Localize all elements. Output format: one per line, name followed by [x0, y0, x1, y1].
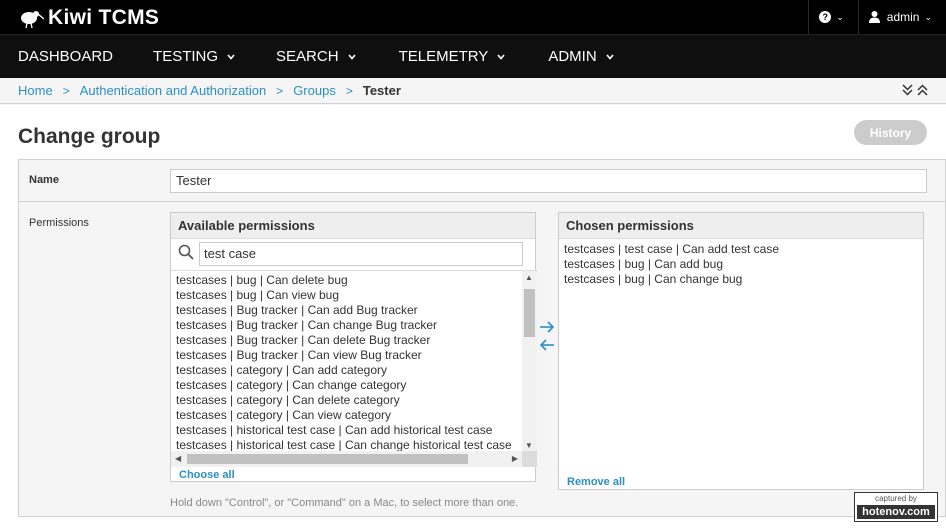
watermark-caption: captured by [875, 494, 917, 503]
breadcrumb-auth[interactable]: Authentication and Authorization [80, 83, 266, 98]
chevron-down-icon: ⌄ [924, 11, 932, 22]
nav-search[interactable]: SEARCH [266, 48, 387, 65]
nav-admin[interactable]: ADMIN [536, 48, 614, 65]
kiwi-bird-icon [21, 11, 44, 28]
chevron-down-icon: ⌄ [836, 11, 844, 22]
chevron-down-icon [497, 53, 505, 60]
list-item[interactable]: testcases | category | Can view category [171, 408, 537, 423]
user-menu[interactable]: admin ⌄ [857, 0, 946, 34]
vertical-scrollbar[interactable]: ▲ ▼ [522, 271, 537, 452]
watermark-site: hotenov.com [857, 505, 935, 519]
scroll-left-icon[interactable]: ◀ [175, 454, 181, 463]
breadcrumb: Home > Authentication and Authorization … [0, 78, 946, 104]
permissions-label: Permissions [29, 217, 89, 229]
filter-row: test case [171, 239, 535, 269]
scroll-right-icon[interactable]: ▶ [512, 454, 518, 463]
scrollbar-thumb[interactable] [524, 289, 535, 337]
nav-label: SEARCH [276, 48, 339, 65]
nav-label: TESTING [153, 48, 219, 65]
logo-text: Kiwi TCMS [48, 6, 160, 29]
available-permissions-title: Available permissions [171, 213, 535, 239]
list-item[interactable]: testcases | Bug tracker | Can view Bug t… [171, 348, 537, 363]
help-text: Hold down "Control", or "Command" on a M… [170, 497, 519, 509]
logo[interactable]: Kiwi TCMS [18, 6, 159, 30]
list-item[interactable]: testcases | bug | Can add bug [559, 257, 923, 272]
user-icon [868, 11, 880, 23]
breadcrumb-current: Tester [362, 83, 401, 98]
nav-telemetry[interactable]: TELEMETRY [387, 48, 537, 65]
move-left-icon[interactable] [539, 338, 555, 352]
collapse-all-icon[interactable] [902, 83, 913, 97]
expand-all-icon[interactable] [917, 83, 928, 97]
list-item[interactable]: testcases | category | Can change catego… [171, 378, 537, 393]
chosen-permissions-list[interactable]: testcases | test case | Can add test cas… [559, 239, 923, 287]
history-button[interactable]: History [854, 120, 927, 145]
group-form: Name Tester Permissions Available permis… [18, 159, 946, 517]
chevron-down-icon [347, 53, 356, 60]
help-menu[interactable]: ? ⌄ [808, 0, 858, 34]
move-right-icon[interactable] [539, 320, 555, 334]
name-row: Name Tester [19, 160, 945, 202]
horizontal-scrollbar[interactable]: ◀ ▶ [171, 451, 522, 467]
scroll-down-icon[interactable]: ▼ [525, 441, 533, 450]
name-input[interactable]: Tester [170, 169, 927, 193]
breadcrumb-separator-icon: > [276, 83, 284, 98]
nav-label: ADMIN [548, 48, 597, 65]
list-item[interactable]: testcases | category | Can add category [171, 363, 537, 378]
list-item[interactable]: testcases | Bug tracker | Can add Bug tr… [171, 303, 537, 318]
choose-all-link[interactable]: Choose all [179, 469, 235, 481]
scroll-up-icon[interactable]: ▲ [525, 273, 533, 282]
list-item[interactable]: testcases | bug | Can delete bug [171, 273, 537, 288]
breadcrumb-separator-icon: > [62, 83, 70, 98]
main-content: Change group History Name Tester Permiss… [0, 105, 946, 532]
chosen-permissions-title: Chosen permissions [559, 213, 923, 239]
search-icon [178, 244, 194, 260]
list-item[interactable]: testcases | Bug tracker | Can change Bug… [171, 318, 537, 333]
scrollbar-corner [522, 451, 537, 467]
nav-testing[interactable]: TESTING [143, 48, 266, 65]
available-permissions-list[interactable]: testcases | bug | Can delete bug testcas… [171, 270, 537, 467]
main-nav: DASHBOARD TESTING SEARCH TELEMETRY ADMIN [0, 34, 946, 78]
top-bar: Kiwi TCMS ? ⌄ admin ⌄ [0, 0, 946, 34]
breadcrumb-home[interactable]: Home [18, 83, 53, 98]
nav-dashboard[interactable]: DASHBOARD [0, 48, 143, 65]
breadcrumb-groups[interactable]: Groups [293, 83, 336, 98]
list-item[interactable]: testcases | bug | Can view bug [171, 288, 537, 303]
watermark: captured by hotenov.com [854, 492, 938, 522]
chevron-down-icon [227, 53, 235, 60]
scrollbar-thumb[interactable] [187, 454, 468, 464]
list-item[interactable]: testcases | historical test case | Can a… [171, 423, 537, 438]
breadcrumb-separator-icon: > [345, 83, 353, 98]
page-title: Change group [18, 125, 161, 148]
list-item[interactable]: testcases | bug | Can change bug [559, 272, 923, 287]
nav-label: DASHBOARD [18, 48, 114, 65]
list-item[interactable]: testcases | category | Can delete catego… [171, 393, 537, 408]
permission-filter-input[interactable]: test case [199, 242, 523, 266]
nav-label: TELEMETRY [398, 48, 489, 65]
name-label: Name [29, 174, 59, 186]
remove-all-link[interactable]: Remove all [567, 476, 625, 488]
available-permissions-box: Available permissions test case testcase… [170, 212, 537, 482]
list-item[interactable]: testcases | Bug tracker | Can delete Bug… [171, 333, 537, 348]
chevron-down-icon [606, 53, 614, 60]
chosen-permissions-box: Chosen permissions testcases | test case… [558, 212, 924, 490]
user-name: admin [886, 10, 920, 24]
list-item[interactable]: testcases | test case | Can add test cas… [559, 242, 923, 257]
help-icon: ? [819, 11, 832, 23]
